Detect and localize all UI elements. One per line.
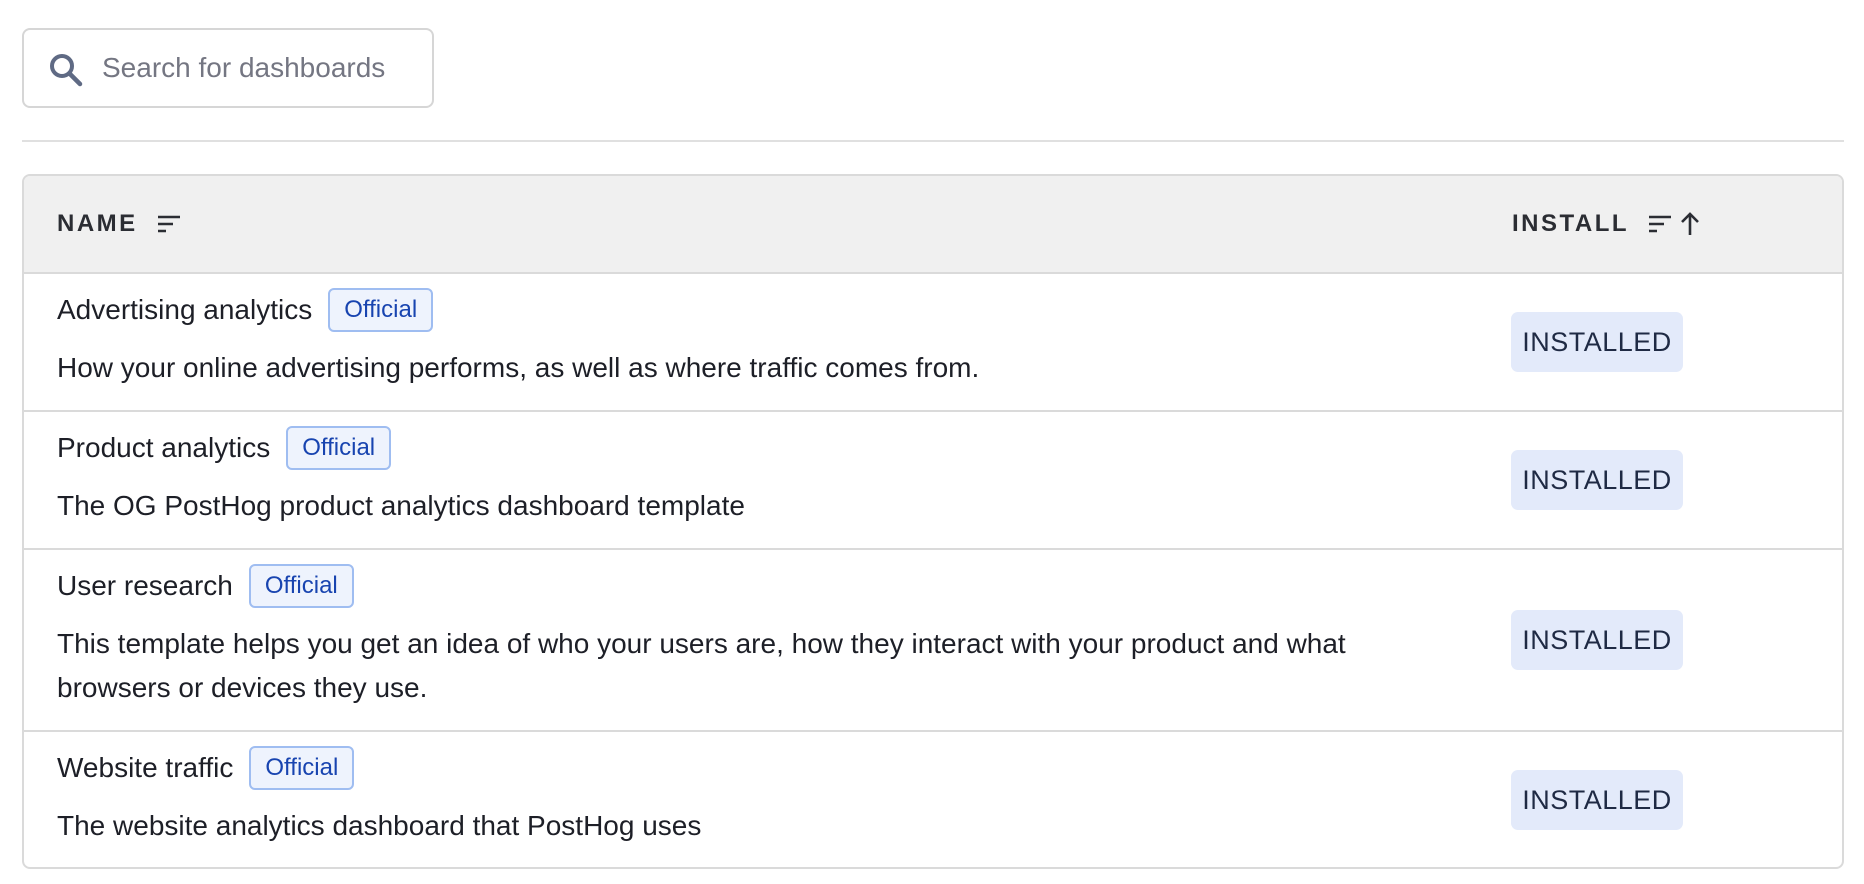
search-box[interactable] — [22, 28, 434, 108]
sort-icon[interactable] — [156, 213, 182, 235]
table-header: NAME INSTALL — [24, 176, 1842, 274]
template-description: The OG PostHog product analytics dashboa… — [57, 490, 745, 521]
search-icon — [50, 54, 83, 87]
table-row[interactable]: User research Official This template hel… — [24, 550, 1842, 732]
arrow-up-icon[interactable] — [1677, 211, 1703, 237]
official-badge: Official — [286, 426, 392, 470]
template-name-link[interactable]: Advertising analytics — [57, 294, 312, 326]
template-description: The website analytics dashboard that Pos… — [57, 810, 702, 841]
row-title: Advertising analytics Official — [57, 288, 434, 332]
row-title: Website traffic Official — [57, 746, 355, 790]
divider — [22, 140, 1844, 142]
table-row[interactable]: Advertising analytics Official How your … — [24, 274, 1842, 412]
template-name-link[interactable]: Product analytics — [57, 432, 270, 464]
column-header-name[interactable]: NAME — [57, 176, 182, 272]
template-name-link[interactable]: Website traffic — [57, 752, 233, 784]
installed-button[interactable]: INSTALLED — [1511, 770, 1683, 830]
template-description: How your online advertising performs, as… — [57, 352, 980, 383]
row-title: Product analytics Official — [57, 426, 392, 470]
templates-table: NAME INSTALL Advertising analytics Offic… — [22, 174, 1844, 869]
official-badge: Official — [249, 746, 355, 790]
table-row[interactable]: Website traffic Official The website ana… — [24, 732, 1842, 867]
dashboard-templates-page: NAME INSTALL — [0, 0, 1864, 884]
official-badge: Official — [248, 564, 354, 608]
column-header-install-label: INSTALL — [1512, 210, 1630, 237]
column-header-install[interactable]: INSTALL — [1512, 176, 1703, 272]
installed-button[interactable]: INSTALLED — [1511, 450, 1683, 510]
installed-button[interactable]: INSTALLED — [1511, 312, 1683, 372]
table-row[interactable]: Product analytics Official The OG PostHo… — [24, 412, 1842, 550]
sort-icon[interactable] — [1647, 213, 1673, 235]
search-input[interactable] — [102, 48, 422, 88]
installed-button[interactable]: INSTALLED — [1511, 610, 1683, 670]
row-title: User research Official — [57, 564, 354, 608]
column-header-name-label: NAME — [57, 210, 138, 237]
official-badge: Official — [328, 288, 434, 332]
template-name-link[interactable]: User research — [57, 570, 233, 602]
template-description: This template helps you get an idea of w… — [57, 628, 1346, 703]
